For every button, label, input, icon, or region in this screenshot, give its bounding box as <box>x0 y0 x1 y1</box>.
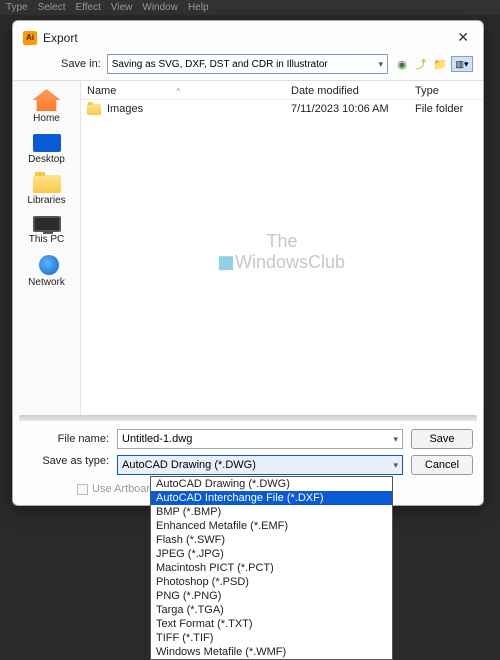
save-in-dropdown[interactable]: Saving as SVG, DXF, DST and CDR in Illus… <box>107 54 388 74</box>
type-option[interactable]: AutoCAD Drawing (*.DWG) <box>151 477 392 491</box>
titlebar: Ai Export ✕ <box>13 21 483 52</box>
menu-view[interactable]: View <box>111 2 133 13</box>
type-option[interactable]: AutoCAD Interchange File (*.DXF) <box>151 491 392 505</box>
filename-input[interactable]: Untitled-1.dwg ▾ <box>117 429 403 449</box>
view-menu-icon[interactable]: ▥▾ <box>451 56 473 72</box>
file-date: 7/11/2023 10:06 AM <box>291 103 415 115</box>
place-thispc[interactable]: This PC <box>13 214 80 247</box>
menu-type[interactable]: Type <box>6 2 28 13</box>
column-headers[interactable]: Name^ Date modified Type <box>81 81 483 100</box>
filename-row: File name: Untitled-1.dwg ▾ Save <box>23 429 473 449</box>
save-in-label: Save in: <box>61 58 101 70</box>
type-dropdown[interactable]: AutoCAD Drawing (*.DWG) ▾ <box>117 455 403 475</box>
dialog-body: Home Desktop Libraries This PC Network N… <box>13 80 483 415</box>
folder-icon <box>87 104 101 115</box>
save-button[interactable]: Save <box>411 429 473 449</box>
type-option[interactable]: TIFF (*.TIF) <box>151 631 392 645</box>
dialog-title: Export <box>43 31 453 45</box>
type-option[interactable]: JPEG (*.JPG) <box>151 547 392 561</box>
chevron-down-icon: ▾ <box>393 460 398 471</box>
menu-window[interactable]: Window <box>142 2 178 13</box>
type-option[interactable]: Windows Metafile (*.WMF) <box>151 645 392 659</box>
file-name: Images <box>107 103 291 115</box>
filename-value: Untitled-1.dwg <box>122 433 192 445</box>
places-bar: Home Desktop Libraries This PC Network <box>13 81 81 415</box>
type-option[interactable]: Targa (*.TGA) <box>151 603 392 617</box>
file-list-area: Name^ Date modified Type Images 7/11/202… <box>81 81 483 415</box>
home-icon <box>33 89 61 111</box>
place-desktop[interactable]: Desktop <box>13 132 80 167</box>
type-label: Save as type: <box>23 455 109 467</box>
col-date[interactable]: Date modified <box>291 85 415 97</box>
menu-help[interactable]: Help <box>188 2 209 13</box>
desktop-icon <box>33 134 61 152</box>
file-type: File folder <box>415 103 477 115</box>
menu-effect[interactable]: Effect <box>75 2 100 13</box>
menu-select[interactable]: Select <box>38 2 66 13</box>
back-icon[interactable]: ◉ <box>394 56 410 72</box>
use-artboards-checkbox[interactable] <box>77 484 88 495</box>
type-option[interactable]: BMP (*.BMP) <box>151 505 392 519</box>
type-selected-value: AutoCAD Drawing (*.DWG) <box>122 459 256 471</box>
file-row[interactable]: Images 7/11/2023 10:06 AM File folder <box>81 100 483 118</box>
type-option[interactable]: PNG (*.PNG) <box>151 589 392 603</box>
app-menubar[interactable]: Type Select Effect View Window Help <box>0 0 500 15</box>
place-libraries[interactable]: Libraries <box>13 173 80 208</box>
col-type[interactable]: Type <box>415 85 477 97</box>
libraries-icon <box>33 175 61 193</box>
type-option[interactable]: Enhanced Metafile (*.EMF) <box>151 519 392 533</box>
type-row: Save as type: AutoCAD Drawing (*.DWG) ▾ … <box>23 455 473 475</box>
sort-caret-icon: ^ <box>176 87 180 96</box>
chevron-down-icon: ▾ <box>393 434 398 445</box>
col-name[interactable]: Name^ <box>87 85 291 97</box>
place-network[interactable]: Network <box>13 253 80 290</box>
filename-label: File name: <box>23 433 109 445</box>
type-option[interactable]: Photoshop (*.PSD) <box>151 575 392 589</box>
illustrator-icon: Ai <box>23 31 37 45</box>
network-icon <box>39 255 59 275</box>
watermark: The WindowsClub <box>219 231 345 273</box>
export-dialog: Ai Export ✕ Save in: Saving as SVG, DXF,… <box>12 20 484 506</box>
save-in-value: Saving as SVG, DXF, DST and CDR in Illus… <box>112 59 328 70</box>
place-home[interactable]: Home <box>13 87 80 126</box>
new-folder-icon[interactable]: 📁 <box>432 56 448 72</box>
type-option[interactable]: Flash (*.SWF) <box>151 533 392 547</box>
type-dropdown-list[interactable]: AutoCAD Drawing (*.DWG)AutoCAD Interchan… <box>150 476 393 660</box>
type-option[interactable]: Macintosh PICT (*.PCT) <box>151 561 392 575</box>
up-icon[interactable]: ⤴ <box>413 56 429 72</box>
thispc-icon <box>33 216 61 232</box>
chevron-down-icon: ▾ <box>378 59 383 70</box>
type-option[interactable]: Text Format (*.TXT) <box>151 617 392 631</box>
save-in-row: Save in: Saving as SVG, DXF, DST and CDR… <box>13 52 483 80</box>
cancel-button[interactable]: Cancel <box>411 455 473 475</box>
close-button[interactable]: ✕ <box>453 29 473 46</box>
nav-toolbar: ◉ ⤴ 📁 ▥▾ <box>394 56 473 72</box>
